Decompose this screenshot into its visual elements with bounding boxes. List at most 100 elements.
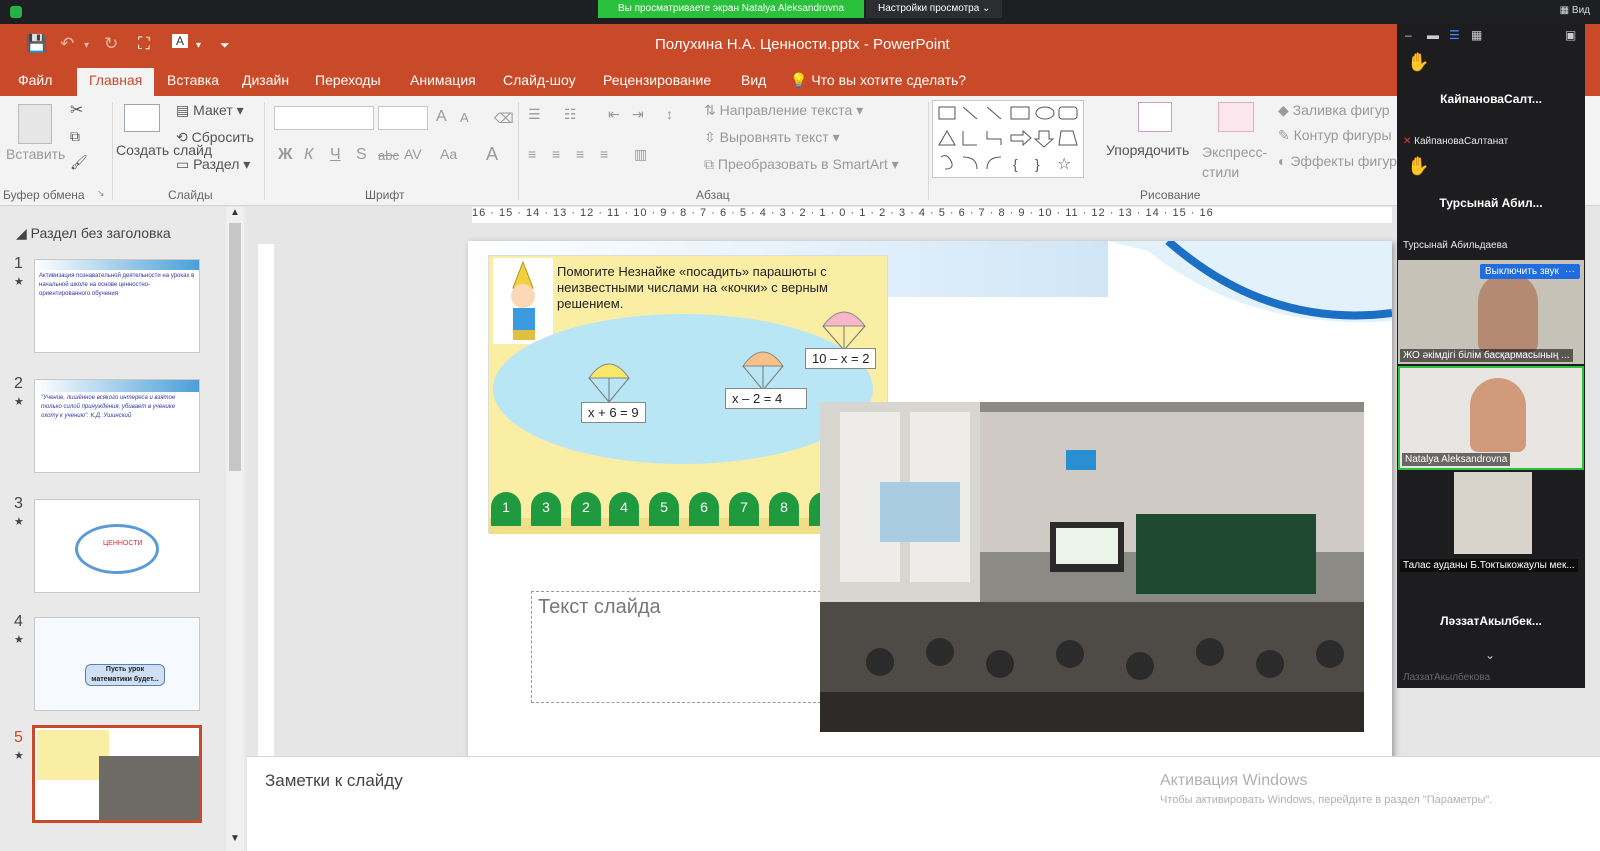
tab-slideshow[interactable]: Слайд-шоу <box>503 72 576 88</box>
hill-label[interactable]: 4 <box>609 492 639 526</box>
strip-view-icon[interactable]: ▬ <box>1427 28 1439 42</box>
section-button[interactable]: ▭ Раздел ▾ <box>176 156 250 173</box>
underline-button[interactable]: Ч <box>330 146 341 164</box>
hill-label[interactable]: 5 <box>649 492 679 526</box>
grow-font-icon[interactable]: A <box>436 108 447 126</box>
tab-animations[interactable]: Анимация <box>410 72 476 88</box>
tab-view[interactable]: Вид <box>741 72 766 88</box>
undo-icon[interactable]: ↶ <box>60 34 74 54</box>
slideshow-start-icon[interactable]: ⛶ <box>138 34 150 54</box>
gallery-view-icon[interactable]: ▦ <box>1471 28 1482 42</box>
tab-file[interactable]: Файл <box>18 72 52 88</box>
columns-icon[interactable]: ▥ <box>634 146 647 163</box>
hill-label[interactable]: 2 <box>571 492 601 526</box>
bold-button[interactable]: Ж <box>278 146 292 164</box>
bullets-icon[interactable]: ☰ <box>528 106 541 123</box>
clear-formatting-icon[interactable]: ⌫ <box>494 110 514 127</box>
slide-thumbnail-5[interactable] <box>32 725 202 823</box>
hill-label[interactable]: 1 <box>491 492 521 526</box>
numbering-icon[interactable]: ☷ <box>564 106 577 123</box>
char-spacing-button[interactable]: AV <box>404 146 422 162</box>
font-size-box[interactable] <box>378 106 428 130</box>
slide-canvas[interactable]: Помогите Незнайке «посадить» парашюты с … <box>468 241 1392 761</box>
participant-video-tile-active-speaker[interactable]: Natalya Aleksandrovna <box>1398 366 1584 470</box>
scroll-thumb[interactable] <box>229 223 241 471</box>
pop-out-icon[interactable]: ▣ <box>1565 28 1576 42</box>
change-case-button[interactable]: Aa <box>440 146 457 162</box>
text-direction-button[interactable]: ⇅ Направление текста ▾ <box>704 102 863 119</box>
hill-label[interactable]: 6 <box>689 492 719 526</box>
decrease-indent-icon[interactable]: ⇤ <box>608 106 620 123</box>
line-spacing-icon[interactable]: ↕ <box>666 106 673 122</box>
tab-insert[interactable]: Вставка <box>167 72 219 88</box>
hill-label[interactable]: 7 <box>729 492 759 526</box>
quick-styles-button[interactable]: Экспресс-стили <box>1202 142 1276 182</box>
scroll-down-icon[interactable]: ▼ <box>230 833 240 844</box>
parachute-icon <box>588 363 630 403</box>
view-options-button[interactable]: Настройки просмотра ⌄ <box>866 0 1002 18</box>
align-text-label: Выровнять текст <box>719 129 829 145</box>
tab-home[interactable]: Главная <box>77 68 155 96</box>
increase-indent-icon[interactable]: ⇥ <box>632 106 644 123</box>
participant-video-tile[interactable]: Талас ауданы Б.Токтыкожаулы мек... <box>1398 470 1584 574</box>
cut-icon[interactable]: ✂ <box>70 100 83 120</box>
layout-button[interactable]: ▤ Макет ▾ <box>176 102 244 119</box>
shape-fill-button[interactable]: ◆ Заливка фигур <box>1278 102 1390 119</box>
chevron-down-icon[interactable]: ⌄ <box>1485 648 1495 662</box>
justify-icon[interactable]: ≡ <box>600 146 608 162</box>
align-left-icon[interactable]: ≡ <box>528 146 536 162</box>
font-name-box[interactable] <box>274 106 374 130</box>
customize-toolbar-icon[interactable]: ⏷ <box>220 38 230 53</box>
tab-design[interactable]: Дизайн <box>242 72 289 88</box>
equation-label[interactable]: x + 6 = 9 <box>581 402 646 423</box>
italic-button[interactable]: К <box>304 146 313 164</box>
strikethrough-button[interactable]: abc <box>378 148 399 163</box>
scroll-up-icon[interactable]: ▲ <box>230 207 240 218</box>
embedded-classroom-video[interactable] <box>820 402 1364 732</box>
shape-outline-label: Контур фигуры <box>1293 127 1392 143</box>
participant-video-tile[interactable]: Выключить звук ··· ЖО әкімдігі білім бас… <box>1398 260 1584 364</box>
smartart-button[interactable]: ⧉ Преобразовать в SmartArt ▾ <box>704 156 899 173</box>
more-options-button[interactable]: ··· <box>1560 264 1580 279</box>
mute-participant-button[interactable]: Выключить звук <box>1480 264 1564 279</box>
slide-thumbnail-2[interactable]: "Учение, лишённое всякого интереса и взя… <box>34 379 200 473</box>
arrange-button[interactable]: Упорядочить <box>1106 142 1189 158</box>
format-painter-icon[interactable]: 🖌 <box>70 154 88 171</box>
shadow-button[interactable]: S <box>356 146 367 164</box>
hill-label[interactable]: 3 <box>531 492 561 526</box>
slide-text-placeholder[interactable]: Текст слайда <box>531 591 831 703</box>
clipboard-launcher-icon[interactable]: ↘ <box>97 188 105 199</box>
tab-review[interactable]: Рецензирование <box>603 72 711 88</box>
shapes-gallery[interactable]: { } ☆ <box>932 100 1084 178</box>
shrink-font-icon[interactable]: A <box>460 110 469 125</box>
redo-icon[interactable]: ↻ <box>104 34 118 54</box>
font-color-icon[interactable]: A <box>172 34 189 48</box>
zoom-view-menu[interactable]: ▦ Вид <box>1560 5 1590 16</box>
save-icon[interactable]: 💾 <box>26 34 47 54</box>
shape-effects-button[interactable]: ◐ Эффекты фигур <box>1278 153 1397 169</box>
section-header[interactable]: ◢ Раздел без заголовка <box>16 225 171 242</box>
tell-me-box[interactable]: 💡 Что вы хотите сделать? <box>790 72 966 89</box>
equation-label[interactable]: 10 – x = 2 <box>805 348 877 369</box>
slide-thumbnail-3[interactable]: ЦЕННОСТИ <box>34 499 200 593</box>
align-text-button[interactable]: ⇳ Выровнять текст ▾ <box>704 129 840 146</box>
windows-activation-title: Активация Windows <box>1160 772 1308 789</box>
shape-outline-button[interactable]: ✎ Контур фигуры <box>1278 127 1392 144</box>
slide-thumbnail-4[interactable]: Пусть урок математики будет... <box>34 617 200 711</box>
align-center-icon[interactable]: ≡ <box>552 146 560 162</box>
undo-dropdown-icon[interactable]: ▾ <box>84 40 89 51</box>
slides-scrollbar[interactable]: ▲ ▼ <box>226 207 244 851</box>
minimize-icon[interactable]: – <box>1405 28 1412 42</box>
thumb-text: Активизация познавательной деятельности … <box>39 273 195 297</box>
reset-button[interactable]: ⟲ Сбросить <box>176 129 254 146</box>
font-color-dropdown-icon[interactable]: ▾ <box>196 40 201 51</box>
side-view-icon[interactable]: ☰ <box>1449 28 1460 42</box>
tab-transitions[interactable]: Переходы <box>315 72 381 88</box>
hill-label[interactable]: 8 <box>769 492 799 526</box>
slide-thumbnail-1[interactable]: Активизация познавательной деятельности … <box>34 259 200 353</box>
align-right-icon[interactable]: ≡ <box>576 146 584 162</box>
copy-icon[interactable]: ⧉ <box>70 128 80 145</box>
font-color-button[interactable]: A <box>486 144 498 165</box>
equation-label[interactable]: x – 2 = 4 <box>725 388 807 409</box>
paste-button[interactable]: Вставить <box>6 146 65 162</box>
